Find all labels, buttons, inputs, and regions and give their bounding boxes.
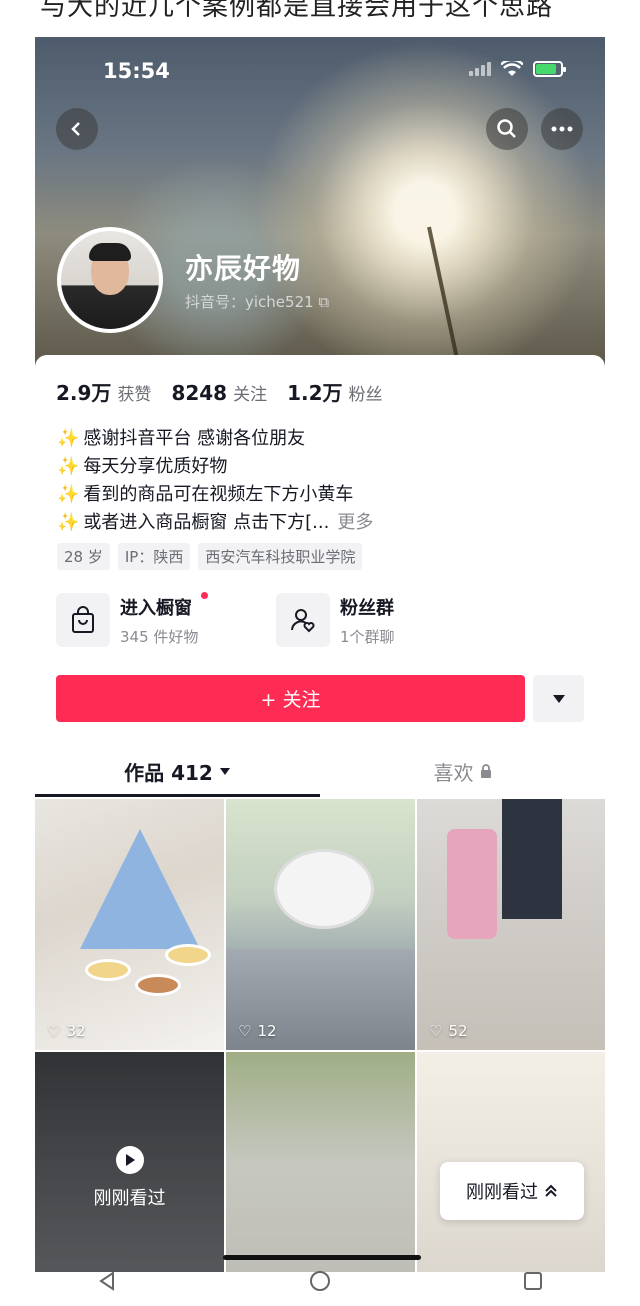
video-likes: ♡ 12 [238,1022,277,1040]
back-chevron-icon [71,122,80,136]
profile-name: 亦辰好物 [185,252,302,285]
battery-icon [533,61,566,77]
banner-dandelion [427,226,463,375]
profile-id[interactable]: 抖音号：yiche521 ⧉ [185,291,329,312]
fan-group-title: 粉丝群 [340,597,394,619]
sparkle-icon: ✨ [57,456,80,477]
sparkle-icon: ✨ [57,428,80,449]
tab-likes[interactable]: 喜欢 [320,745,605,797]
bio-line: ✨ 每天分享优质好物 [57,456,228,477]
bio-more-link[interactable]: 更多 [337,512,373,533]
tag-age: 28 岁 [57,543,110,570]
tab-indicator [35,794,320,797]
system-navbar [0,1255,640,1306]
bio-line: ✨ 或者进入商品橱窗 点击下方[... 更多 [57,512,374,533]
fan-group-icon [276,593,330,647]
double-chevron-up-icon [545,1184,557,1197]
stat-following[interactable]: 8248 关注 [171,380,267,405]
status-time: 15:54 [103,59,170,83]
follow-button[interactable]: + 关注 [56,675,525,722]
stat-followers[interactable]: 1.2万 粉丝 [287,377,382,406]
video-thumbnail[interactable]: ♡ 12 [226,799,415,1050]
profile-card: 2.9万 获赞 8248 关注 1.2万 粉丝 ✨ 感谢抖音平台 感谢各位朋友 ✨ 每天分… [35,355,605,1272]
stats-row: 2.9万 获赞 8248 关注 1.2万 粉丝 [56,377,383,406]
heart-icon: ♡ [429,1022,443,1040]
video-thumbnail[interactable]: ♡ 32 [35,799,224,1050]
avatar[interactable] [57,227,163,333]
video-thumbnail[interactable]: ♡ 52 [417,799,605,1050]
bio[interactable]: ✨ 感谢抖音平台 感谢各位朋友 ✨ 每天分享优质好物 ✨ 看到的商品可在视频左下方小黄… [57,425,373,537]
feature-entries: 进入橱窗 345 件好物 粉丝群 1个群聊 [56,591,466,647]
shop-window-title: 进入橱窗 [120,591,209,620]
recently-watched-overlay: 刚刚看过 [35,1052,224,1272]
video-thumbnail[interactable]: 刚刚看过 [35,1052,224,1272]
video-likes: ♡ 52 [429,1022,468,1040]
notification-dot [201,591,209,599]
caret-down-icon [219,767,230,775]
more-button[interactable] [541,108,583,150]
video-likes: ♡ 32 [47,1022,86,1040]
tag-ip: IP：陕西 [117,543,191,570]
triangle-back-icon [98,1270,114,1291]
recently-viewed-button[interactable]: 刚刚看过 [440,1162,584,1220]
status-icons [469,61,566,77]
top-caption: 与大的近几个案例都是直接会用于这个思路 [40,0,554,22]
search-button[interactable] [486,108,528,150]
signal-icon [469,62,491,76]
play-icon [115,1145,144,1174]
shop-window-count: 345 件好物 [120,627,199,646]
video-thumbnail[interactable] [226,1052,415,1272]
tag-school[interactable]: 西安汽车科技职业学院 [198,543,363,570]
fan-group-entry[interactable]: 粉丝群 1个群聊 [276,593,466,647]
follow-dropdown-button[interactable] [533,675,584,722]
caret-down-icon [552,694,565,703]
profile-banner: 15:54 亦辰好物 抖音号：yiche521 ⧉ [35,37,605,375]
sparkle-icon: ✨ [57,512,80,533]
heart-icon: ♡ [47,1022,61,1040]
heart-icon: ♡ [238,1022,252,1040]
more-dots-icon [551,126,573,132]
nav-recents-button[interactable] [518,1266,548,1296]
shop-window-entry[interactable]: 进入橱窗 345 件好物 [56,591,246,647]
nav-home-button[interactable] [305,1266,335,1296]
phone-screen: 15:54 亦辰好物 抖音号：yiche521 ⧉ 2.9万 获赞 8248 关… [35,37,605,1272]
stat-likes[interactable]: 2.9万 获赞 [56,377,151,406]
bio-line: ✨ 看到的商品可在视频左下方小黄车 [57,484,354,505]
shopping-bag-icon [56,593,110,647]
fan-group-count: 1个群聊 [340,627,395,646]
avatar-photo [61,231,159,329]
square-recents-icon [524,1271,543,1290]
lock-icon [480,764,491,778]
back-button[interactable] [56,108,98,150]
search-icon [497,119,516,138]
circle-home-icon [309,1270,330,1291]
wifi-icon [501,61,523,77]
sparkle-icon: ✨ [57,484,80,505]
tab-works[interactable]: 作品 412 [35,745,320,797]
profile-tags: 28 岁 IP：陕西 西安汽车科技职业学院 [57,543,363,570]
bio-line: ✨ 感谢抖音平台 感谢各位朋友 [57,428,306,449]
content-tabs: 作品 412 喜欢 [35,745,605,797]
nav-back-button[interactable] [92,1266,122,1296]
